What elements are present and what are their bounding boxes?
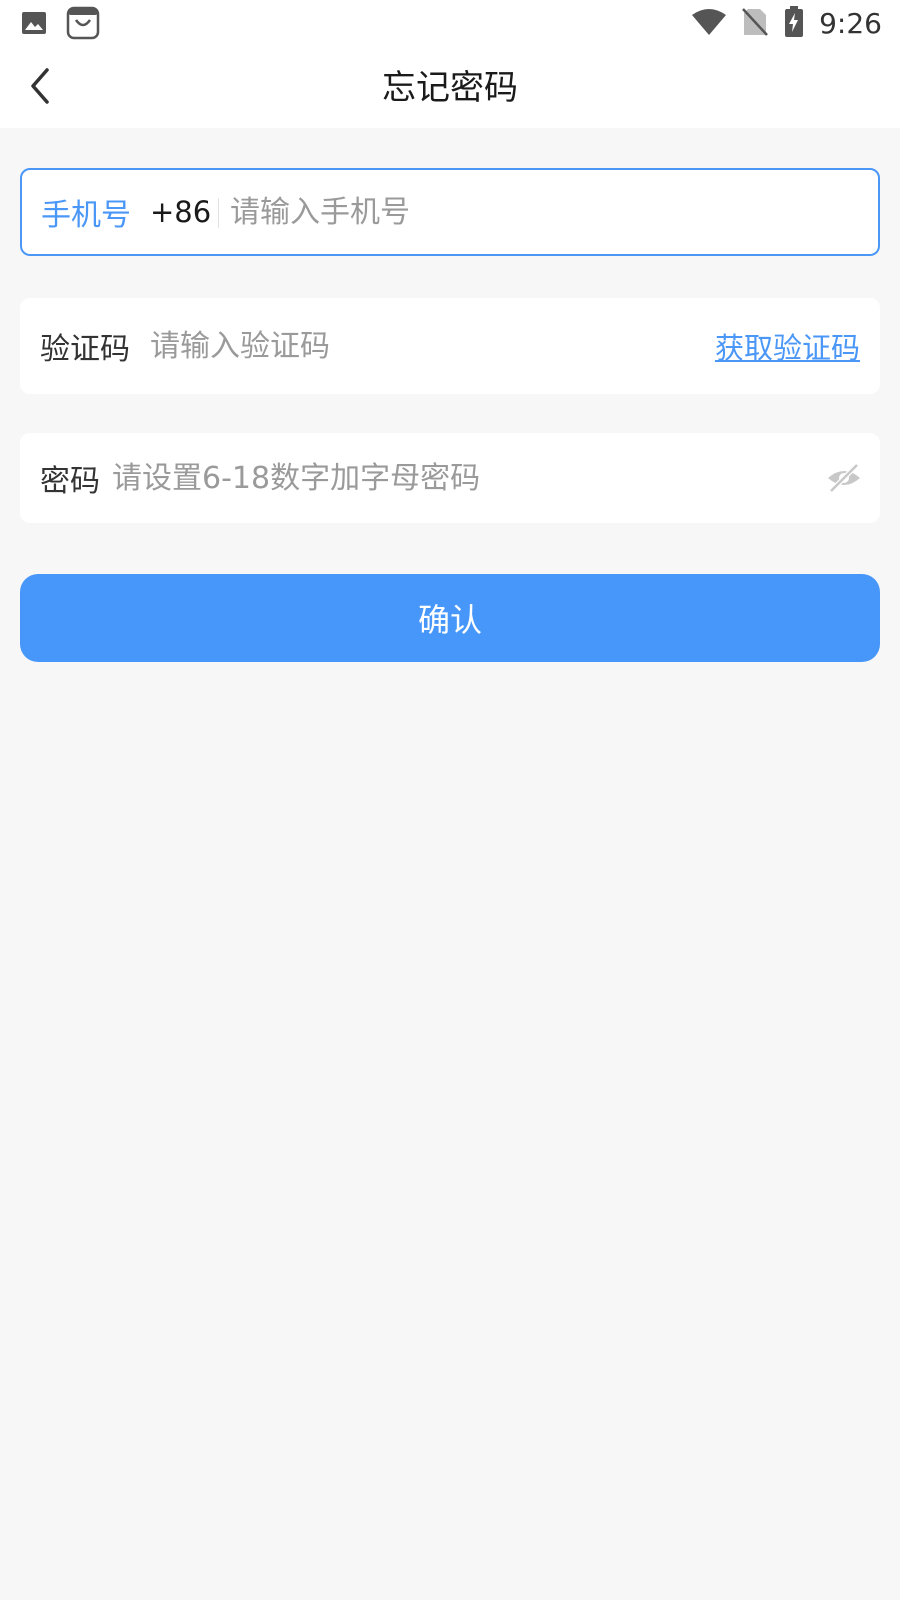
phone-field: 手机号 +86 [20, 168, 880, 256]
eye-off-icon[interactable] [826, 460, 862, 496]
password-field: 密码 [20, 433, 880, 523]
verification-code-label: 验证码 [40, 332, 130, 367]
no-sim-icon [741, 7, 769, 41]
divider [218, 198, 219, 228]
phone-input[interactable] [230, 170, 850, 254]
country-code[interactable]: +86 [150, 170, 211, 254]
page-title: 忘记密码 [382, 68, 518, 108]
status-bar: 9:26 [0, 0, 900, 48]
status-right-icons: 9:26 [691, 6, 882, 42]
confirm-button[interactable]: 确认 [20, 574, 880, 662]
status-left-icons [20, 6, 100, 44]
verification-code-field: 验证码 获取验证码 [20, 298, 880, 394]
password-label: 密码 [40, 464, 100, 499]
battery-charging-icon [783, 6, 805, 42]
get-code-button[interactable]: 获取验证码 [715, 298, 860, 394]
wifi-icon [691, 7, 727, 41]
nav-header: 忘记密码 [0, 48, 900, 128]
verification-code-input[interactable] [150, 298, 670, 394]
password-input[interactable] [112, 433, 792, 523]
phone-label: 手机号 [41, 198, 131, 233]
status-time: 9:26 [819, 7, 882, 40]
image-icon [20, 9, 48, 41]
shopping-bag-icon [66, 6, 100, 44]
